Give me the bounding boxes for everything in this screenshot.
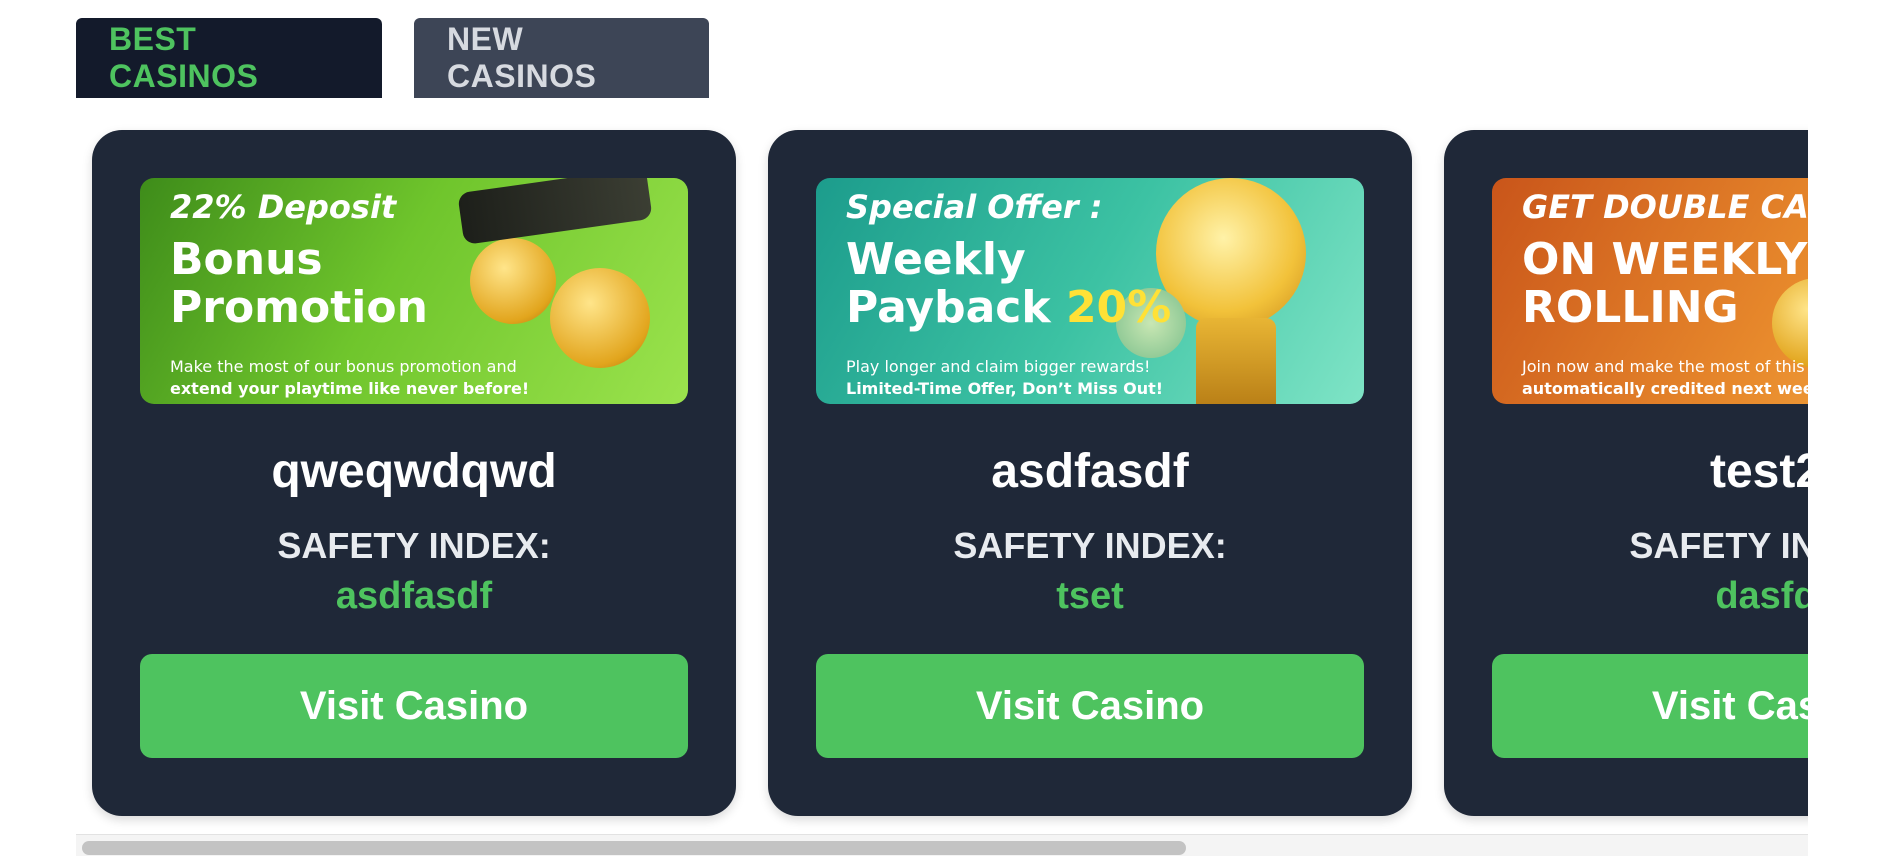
casino-card: Special Offer : Weekly Payback 20% Play … — [768, 130, 1412, 816]
safety-index-value: tset — [1056, 575, 1124, 617]
casino-name: qweqwdqwd — [271, 445, 557, 498]
banner-footnote-line: Play longer and claim bigger rewards! — [846, 357, 1151, 376]
visit-casino-button[interactable]: Visit Casino — [1492, 654, 1808, 758]
banner-headline-line: ON WEEKLY — [1522, 234, 1808, 285]
scrollbar-thumb[interactable] — [82, 841, 1186, 855]
tab-best-casinos[interactable]: BEST CASINOS — [76, 18, 382, 98]
tab-new-casinos[interactable]: NEW CASINOS — [414, 18, 709, 98]
casino-name: test2 — [1709, 445, 1808, 498]
casino-carousel[interactable]: 22% Deposit Bonus Promotion Make the mos… — [76, 98, 1808, 830]
trophy-base-graphic — [1196, 318, 1276, 404]
casino-card-track: 22% Deposit Bonus Promotion Make the mos… — [92, 130, 1808, 816]
banner-headline: Bonus Promotion — [170, 236, 428, 332]
gift-box-graphic — [457, 178, 653, 245]
banner-headline-line: Weekly — [846, 234, 1026, 285]
promo-banner: GET DOUBLE CASHBACK ON WEEKLY ROLLING Jo… — [1492, 178, 1808, 404]
banner-footnote-line: Make the most of our bonus promotion and — [170, 357, 517, 376]
banner-footnote: Join now and make the most of this offer… — [1522, 356, 1808, 400]
banner-footnote: Make the most of our bonus promotion and… — [170, 356, 529, 400]
casino-tabs: BEST CASINOS NEW CASINOS — [76, 18, 709, 98]
safety-index-label: SAFETY INDEX: — [277, 525, 551, 566]
banner-footnote: Play longer and claim bigger rewards! Li… — [846, 356, 1163, 400]
banner-subtitle: Special Offer : — [846, 188, 1103, 226]
casino-name: asdfasdf — [991, 445, 1189, 498]
casino-card: 22% Deposit Bonus Promotion Make the mos… — [92, 130, 736, 816]
visit-casino-button[interactable]: Visit Casino — [816, 654, 1364, 758]
banner-subtitle: 22% Deposit — [170, 188, 397, 226]
banner-subtitle: GET DOUBLE CASHBACK — [1522, 188, 1808, 226]
banner-headline-line: ROLLING — [1522, 282, 1739, 333]
safety-index-label: SAFETY INDEX: — [953, 525, 1227, 566]
gold-coin-graphic — [550, 268, 650, 368]
casino-card: GET DOUBLE CASHBACK ON WEEKLY ROLLING Jo… — [1444, 130, 1808, 816]
banner-headline: ON WEEKLY ROLLING — [1522, 236, 1807, 332]
visit-casino-button[interactable]: Visit Casino — [140, 654, 688, 758]
safety-index-label: SAFETY INDEX: — [1629, 525, 1808, 566]
banner-footnote-line: extend your playtime like never before! — [170, 379, 530, 398]
banner-footnote-line: Limited-Time Offer, Don’t Miss Out! — [846, 379, 1164, 398]
banner-footnote-line: automatically credited next week! — [1522, 379, 1808, 398]
horizontal-scrollbar[interactable] — [76, 834, 1808, 856]
gold-coin-graphic — [470, 238, 556, 324]
casino-listing-page: BEST CASINOS NEW CASINOS 22% Deposit Bon… — [0, 0, 1886, 856]
safety-index-value: asdfasdf — [335, 575, 493, 617]
promo-banner: 22% Deposit Bonus Promotion Make the mos… — [140, 178, 688, 404]
banner-headline-line: Payback 20% — [846, 282, 1172, 333]
banner-headline-line: Promotion — [170, 282, 428, 333]
banner-footnote-line: Join now and make the most of this offer — [1522, 357, 1808, 376]
banner-headline-line: Bonus — [170, 234, 323, 285]
safety-index-value: dasfd — [1715, 575, 1808, 617]
promo-banner: Special Offer : Weekly Payback 20% Play … — [816, 178, 1364, 404]
banner-headline: Weekly Payback 20% — [846, 236, 1171, 332]
